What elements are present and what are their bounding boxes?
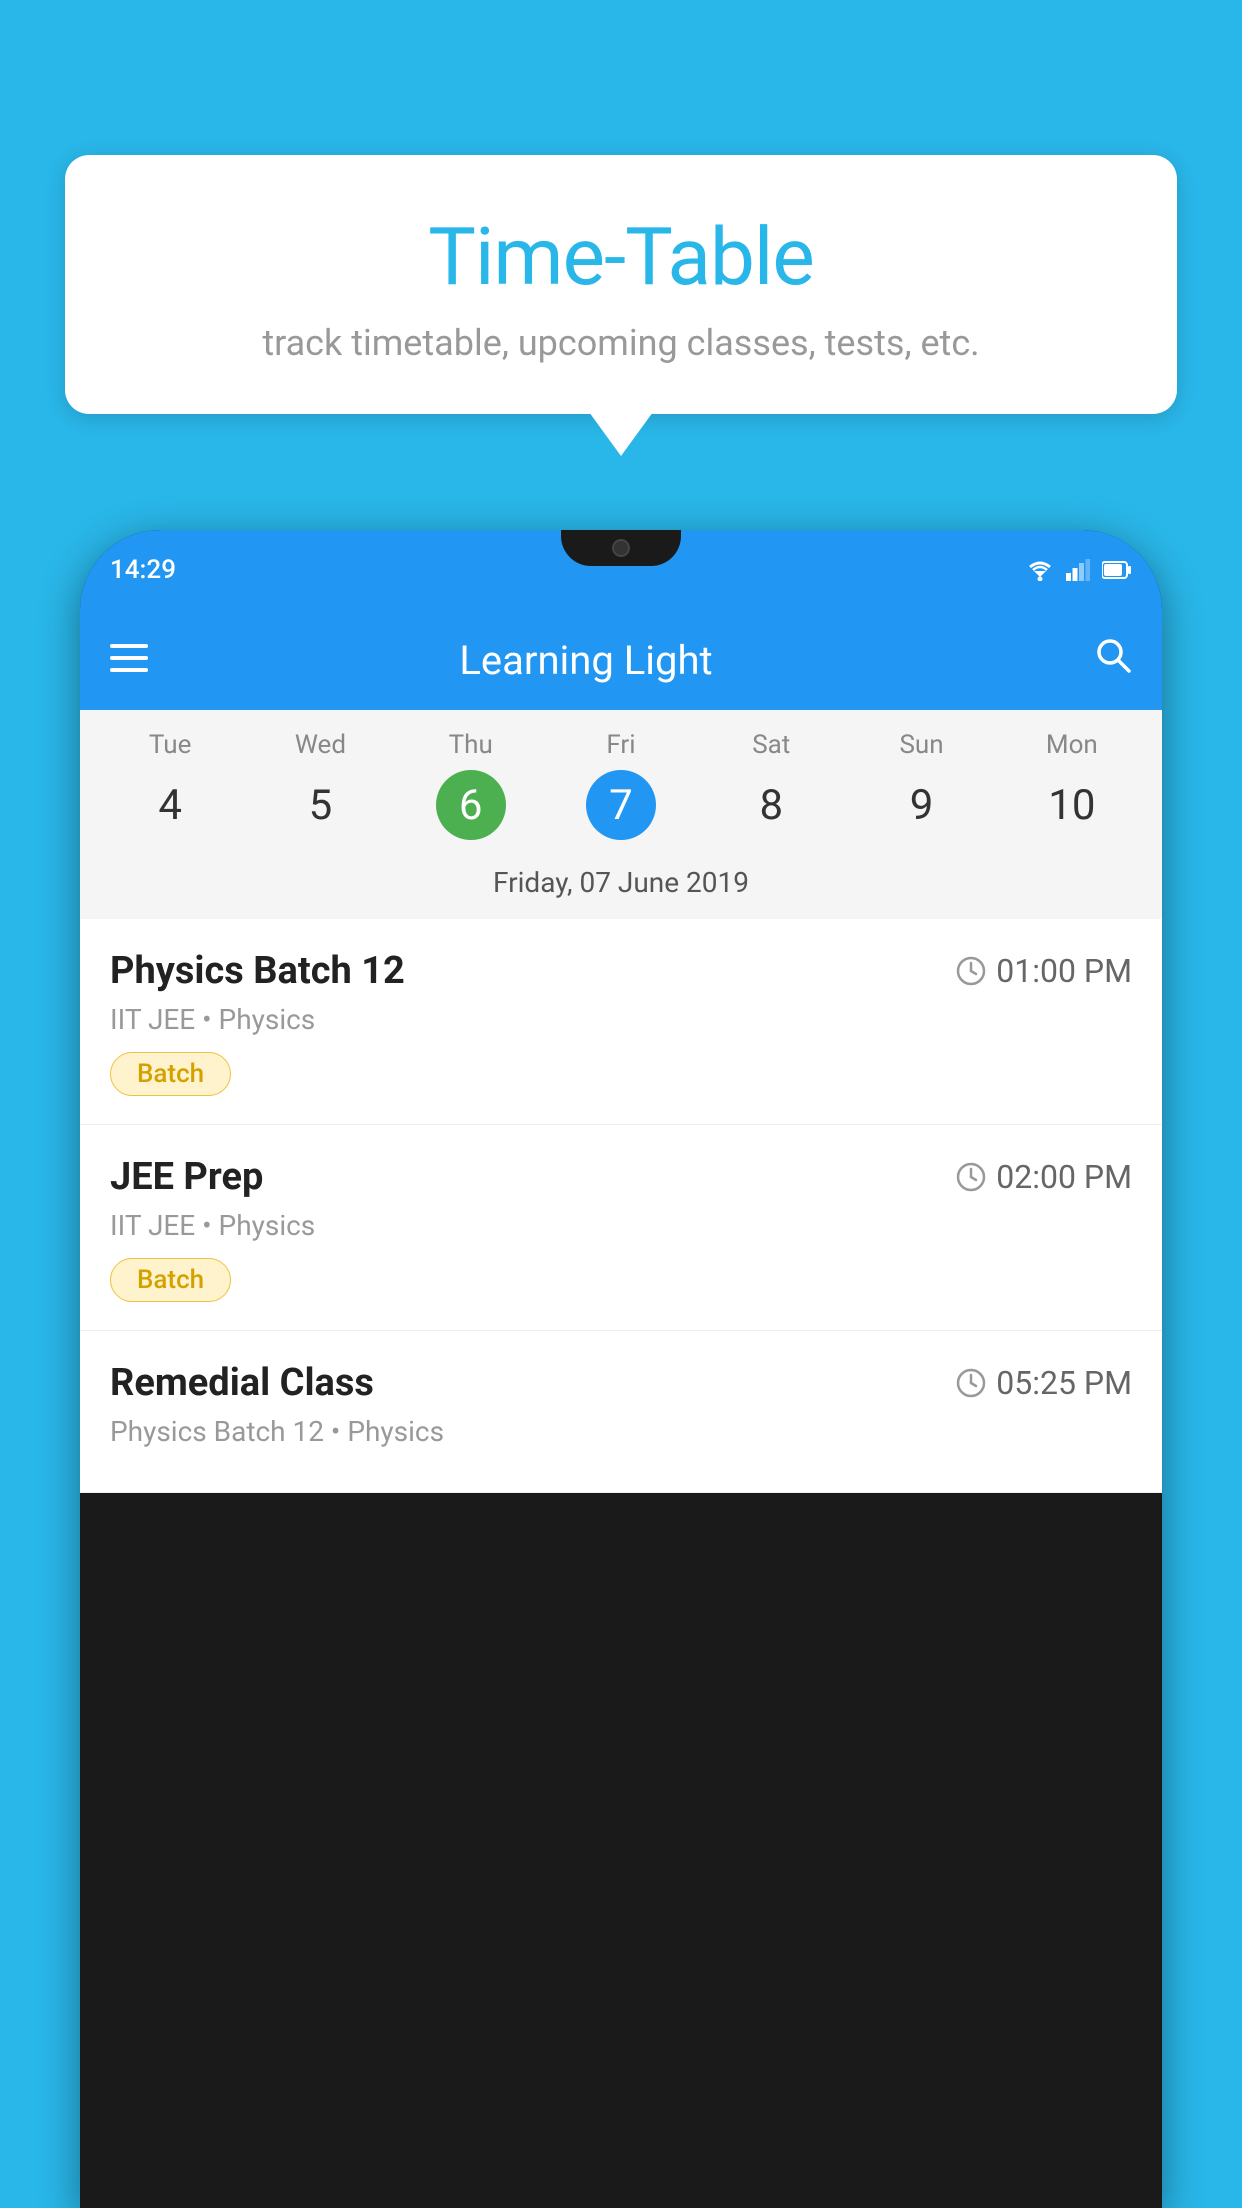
schedule-title: Remedial Class (110, 1361, 374, 1405)
day-number: 6 (436, 770, 506, 840)
bubble-subtitle: track timetable, upcoming classes, tests… (105, 322, 1137, 364)
speech-bubble: Time-Table track timetable, upcoming cla… (65, 155, 1177, 414)
selected-date-label: Friday, 07 June 2019 (80, 850, 1162, 919)
day-number: 5 (285, 770, 355, 840)
schedule-title: Physics Batch 12 (110, 949, 405, 993)
schedule-item-header: Physics Batch 12 01:00 PM (110, 949, 1132, 993)
schedule-container: Physics Batch 12 01:00 PM IIT JEE • Phys… (80, 919, 1162, 1493)
batch-badge: Batch (110, 1258, 231, 1302)
day-name: Sun (899, 730, 943, 760)
app-title: Learning Light (178, 637, 994, 684)
schedule-item[interactable]: Physics Batch 12 01:00 PM IIT JEE • Phys… (80, 919, 1162, 1125)
day-name: Thu (449, 730, 493, 760)
search-icon[interactable] (1094, 636, 1132, 684)
day-item[interactable]: Tue 4 (110, 730, 230, 840)
schedule-item-header: JEE Prep 02:00 PM (110, 1155, 1132, 1199)
schedule-title: JEE Prep (110, 1155, 263, 1199)
clock-icon (956, 1368, 986, 1398)
day-item[interactable]: Thu 6 (411, 730, 531, 840)
day-number: 9 (887, 770, 957, 840)
status-icons (1026, 559, 1132, 581)
day-name: Tue (149, 730, 191, 760)
phone-frame: 14:29 (80, 530, 1162, 2208)
schedule-time: 05:25 PM (956, 1364, 1132, 1402)
schedule-meta: IIT JEE • Physics (110, 1209, 1132, 1242)
day-number: 8 (736, 770, 806, 840)
day-name: Mon (1046, 730, 1098, 760)
app-bar: Learning Light (80, 610, 1162, 710)
day-item[interactable]: Fri 7 (561, 730, 681, 840)
day-name: Wed (295, 730, 346, 760)
clock-icon (956, 1162, 986, 1192)
battery-icon (1102, 560, 1132, 580)
schedule-time: 01:00 PM (956, 952, 1132, 990)
schedule-item[interactable]: JEE Prep 02:00 PM IIT JEE • Physics Batc… (80, 1125, 1162, 1331)
schedule-time: 02:00 PM (956, 1158, 1132, 1196)
schedule-meta: IIT JEE • Physics (110, 1003, 1132, 1036)
wifi-icon (1026, 559, 1054, 581)
day-name: Fri (606, 730, 635, 760)
calendar-strip: Tue 4 Wed 5 Thu 6 Fri 7 Sat 8 Sun 9 Mon 10 Friday, 07… (80, 710, 1162, 919)
clock-icon (956, 956, 986, 986)
hamburger-icon[interactable] (110, 642, 148, 678)
day-number: 7 (586, 770, 656, 840)
status-time: 14:29 (110, 555, 176, 585)
day-item[interactable]: Wed 5 (260, 730, 380, 840)
status-bar: 14:29 (80, 530, 1162, 610)
day-number: 10 (1037, 770, 1107, 840)
day-item[interactable]: Sat 8 (711, 730, 831, 840)
day-item[interactable]: Sun 9 (862, 730, 982, 840)
schedule-meta: Physics Batch 12 • Physics (110, 1415, 1132, 1448)
day-number: 4 (135, 770, 205, 840)
batch-badge: Batch (110, 1052, 231, 1096)
schedule-item-header: Remedial Class 05:25 PM (110, 1361, 1132, 1405)
schedule-item[interactable]: Remedial Class 05:25 PM Physics Batch 12… (80, 1331, 1162, 1493)
day-name: Sat (752, 730, 790, 760)
signal-icon (1066, 559, 1090, 581)
day-item[interactable]: Mon 10 (1012, 730, 1132, 840)
days-row: Tue 4 Wed 5 Thu 6 Fri 7 Sat 8 Sun 9 Mon 10 (80, 730, 1162, 840)
camera (612, 539, 630, 557)
bubble-title: Time-Table (105, 210, 1137, 304)
notch (561, 530, 681, 566)
